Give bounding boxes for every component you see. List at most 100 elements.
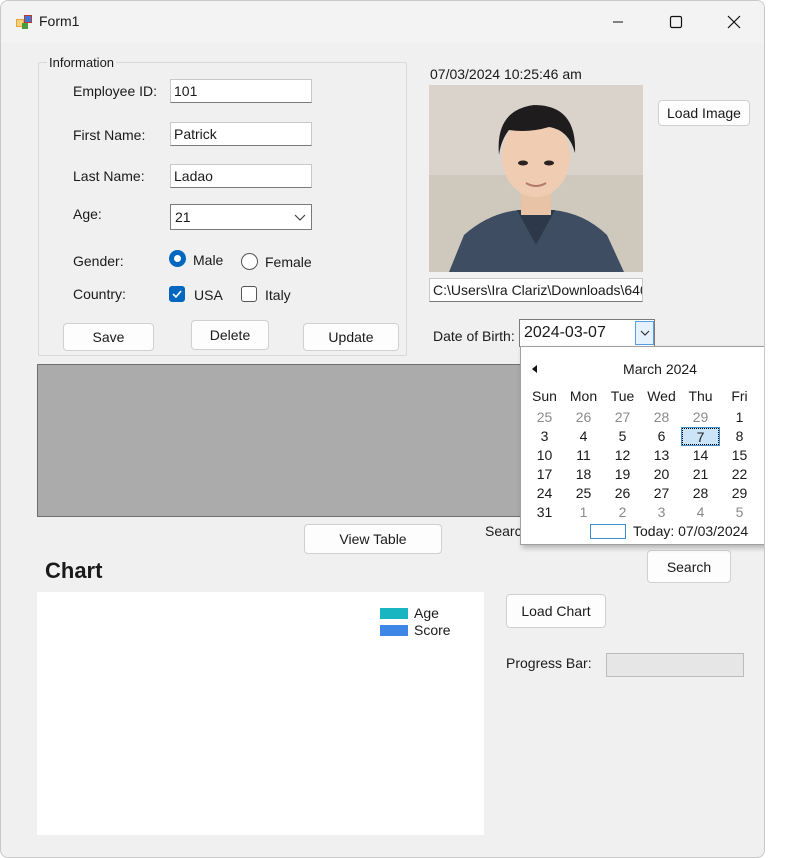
timestamp-label: 07/03/2024 10:25:46 am: [430, 66, 582, 82]
calendar-day[interactable]: 25: [564, 484, 603, 503]
age-value: 21: [175, 209, 191, 225]
gender-female-label[interactable]: Female: [265, 254, 312, 270]
calendar-day[interactable]: 12: [603, 446, 642, 465]
weekday-header: Mon: [569, 388, 598, 404]
today-indicator-box: [590, 524, 626, 539]
calendar-day[interactable]: 10: [525, 446, 564, 465]
calendar-day[interactable]: 26: [564, 408, 603, 427]
last-name-label: Last Name:: [73, 168, 145, 184]
calendar-day[interactable]: 3: [642, 503, 681, 522]
first-name-input[interactable]: Patrick: [170, 122, 312, 146]
calendar-day[interactable]: 27: [642, 484, 681, 503]
first-name-label: First Name:: [73, 127, 146, 143]
load-chart-button[interactable]: Load Chart: [506, 594, 606, 628]
calendar-day[interactable]: 27: [603, 408, 642, 427]
calendar-day[interactable]: 31: [525, 503, 564, 522]
calendar-day[interactable]: 1: [720, 408, 759, 427]
calendar-day[interactable]: 28: [642, 408, 681, 427]
image-path-input[interactable]: C:\Users\Ira Clariz\Downloads\640: [429, 278, 643, 302]
month-calendar-dropdown[interactable]: March 2024 SunMonTueWedThuFriSat25262728…: [520, 346, 764, 545]
calendar-month-title[interactable]: March 2024: [521, 361, 764, 377]
last-name-input[interactable]: Ladao: [170, 164, 312, 188]
calendar-day[interactable]: 7: [681, 427, 720, 446]
calendar-day[interactable]: 4: [681, 503, 720, 522]
calendar-day[interactable]: 5: [603, 427, 642, 446]
progress-bar-label: Progress Bar:: [506, 655, 592, 671]
age-label: Age:: [73, 206, 102, 222]
legend-label-age: Age: [414, 605, 439, 621]
maximize-button[interactable]: [647, 1, 705, 43]
calendar-day[interactable]: 19: [603, 465, 642, 484]
weekday-header: Tue: [610, 388, 635, 404]
view-table-button[interactable]: View Table: [304, 524, 442, 554]
update-button[interactable]: Update: [303, 323, 399, 351]
calendar-day[interactable]: 11: [564, 446, 603, 465]
employee-photo: [429, 85, 643, 272]
calendar-day[interactable]: 16: [759, 446, 764, 465]
calendar-day[interactable]: 8: [720, 427, 759, 446]
calendar-day[interactable]: 4: [564, 427, 603, 446]
calendar-day[interactable]: 1: [564, 503, 603, 522]
gender-label: Gender:: [73, 253, 124, 269]
calendar-day[interactable]: 6: [642, 427, 681, 446]
progress-bar: [606, 653, 744, 677]
legend-swatch-age: [380, 608, 408, 619]
country-usa-checkbox[interactable]: [169, 286, 185, 302]
window-title: Form1: [39, 13, 80, 29]
delete-button[interactable]: Delete: [191, 320, 269, 350]
weekday-header: Thu: [688, 388, 713, 404]
gender-male-radio[interactable]: [169, 250, 186, 267]
calendar-day[interactable]: 25: [525, 408, 564, 427]
calendar-day[interactable]: 15: [720, 446, 759, 465]
save-button[interactable]: Save: [63, 323, 154, 351]
calendar-day[interactable]: 9: [759, 427, 764, 446]
app-icon: [16, 15, 32, 29]
employee-id-label: Employee ID:: [73, 83, 158, 99]
calendar-day[interactable]: 22: [720, 465, 759, 484]
country-italy-checkbox[interactable]: [241, 286, 257, 302]
search-label: Searc: [485, 523, 522, 539]
chevron-down-icon: [640, 330, 649, 336]
calendar-day[interactable]: 21: [681, 465, 720, 484]
load-image-button[interactable]: Load Image: [658, 100, 750, 126]
calendar-day[interactable]: 5: [720, 503, 759, 522]
calendar-day[interactable]: 18: [564, 465, 603, 484]
dob-label: Date of Birth:: [433, 328, 515, 344]
calendar-day[interactable]: 29: [681, 408, 720, 427]
search-button[interactable]: Search: [647, 550, 731, 583]
calendar-day[interactable]: 28: [681, 484, 720, 503]
calendar-day[interactable]: 29: [720, 484, 759, 503]
data-grid-view[interactable]: [37, 364, 527, 517]
gender-female-radio[interactable]: [241, 253, 258, 270]
calendar-day[interactable]: 2: [759, 408, 764, 427]
title-bar[interactable]: Form1: [1, 1, 764, 43]
dob-date-picker[interactable]: 2024-03-07: [519, 319, 655, 347]
calendar-day[interactable]: 26: [603, 484, 642, 503]
calendar-day[interactable]: 23: [759, 465, 764, 484]
employee-id-input[interactable]: 101: [170, 79, 312, 103]
calendar-day[interactable]: 14: [681, 446, 720, 465]
country-italy-label[interactable]: Italy: [265, 287, 291, 303]
age-combobox[interactable]: 21: [170, 204, 312, 230]
calendar-grid: SunMonTueWedThuFriSat2526272829123456789…: [525, 388, 764, 522]
calendar-day[interactable]: 13: [642, 446, 681, 465]
minimize-button[interactable]: [589, 1, 647, 43]
calendar-day[interactable]: 2: [603, 503, 642, 522]
chevron-down-icon: [294, 214, 306, 221]
weekday-header: Fri: [731, 388, 748, 404]
calendar-day[interactable]: 17: [525, 465, 564, 484]
chart-heading: Chart: [45, 558, 103, 583]
calendar-day[interactable]: 20: [642, 465, 681, 484]
checkmark-icon: [172, 290, 182, 299]
country-label: Country:: [73, 286, 126, 302]
portrait-image: [429, 85, 643, 272]
country-usa-label[interactable]: USA: [194, 287, 223, 303]
close-button[interactable]: [705, 1, 763, 43]
calendar-day[interactable]: 24: [525, 484, 564, 503]
calendar-day[interactable]: 3: [525, 427, 564, 446]
dob-dropdown-button[interactable]: [635, 321, 654, 345]
calendar-day[interactable]: 30: [759, 484, 764, 503]
calendar-today-link[interactable]: Today: 07/03/2024: [633, 523, 748, 539]
calendar-day[interactable]: 6: [759, 503, 764, 522]
gender-male-label[interactable]: Male: [193, 252, 223, 268]
